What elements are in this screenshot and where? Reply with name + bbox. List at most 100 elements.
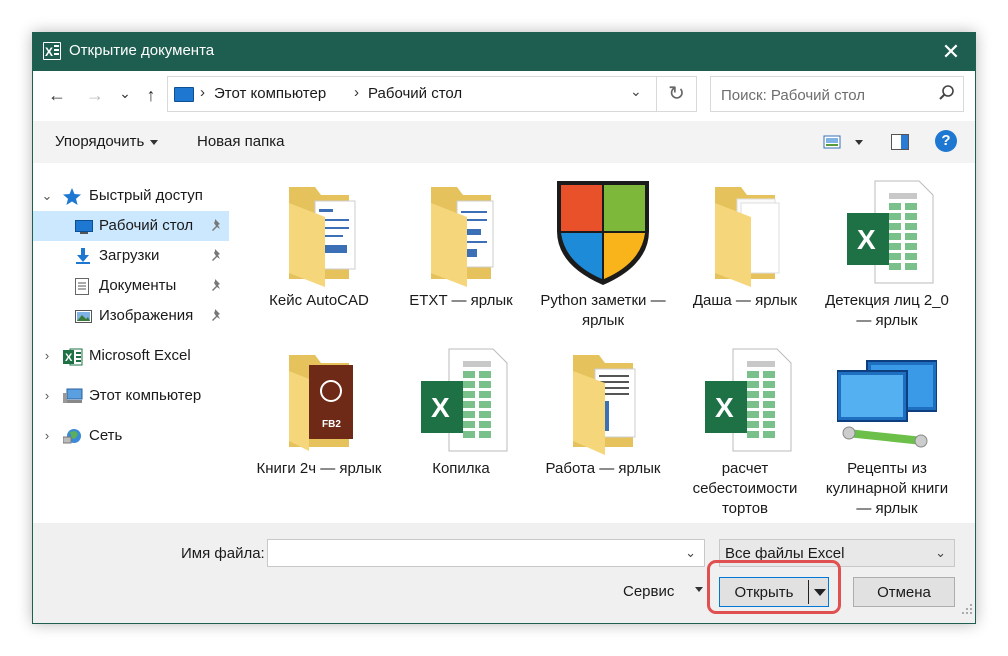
svg-text:X: X xyxy=(715,392,734,423)
file-name: Python заметки — ярлык xyxy=(540,292,666,329)
breadcrumb-this-pc[interactable]: Этот компьютер xyxy=(214,85,326,102)
caret-down-icon xyxy=(150,139,159,145)
open-button-label: Открыть xyxy=(734,584,794,601)
search-icon[interactable] xyxy=(937,83,957,103)
back-button[interactable]: ← xyxy=(43,81,71,109)
svg-text:X: X xyxy=(431,392,450,423)
file-name: Кейс AutoCAD xyxy=(269,292,369,309)
title-bar: X Открытие документа ✕ xyxy=(33,33,975,71)
refresh-icon: ↻ xyxy=(668,83,685,105)
new-folder-button[interactable]: Новая папка xyxy=(197,133,284,150)
open-options-dropdown[interactable] xyxy=(814,589,826,597)
arrow-up-icon: ↑ xyxy=(146,85,156,105)
dialog-footer: Имя файла: ⌄ Все файлы Excel ⌄ Сервис От… xyxy=(33,523,975,623)
file-name: Рецепты из кулинарной книги — ярлык xyxy=(825,460,949,517)
close-button[interactable]: ✕ xyxy=(931,37,971,67)
expand-arrow-icon[interactable]: › xyxy=(41,348,53,363)
address-history-dropdown[interactable]: ⌄ xyxy=(630,83,642,100)
download-icon xyxy=(75,248,91,264)
help-button[interactable]: ? xyxy=(935,130,957,152)
file-name: Даша — ярлык xyxy=(692,292,798,309)
excel-file-icon: X xyxy=(695,347,795,455)
computer-icon xyxy=(63,388,83,404)
pin-icon[interactable] xyxy=(211,278,223,292)
organize-label: Упорядочить xyxy=(55,133,145,150)
file-name: Книги 2ч — ярлык xyxy=(256,460,382,477)
arrow-left-icon: ← xyxy=(48,85,66,105)
sidebar-item-label: Изображения xyxy=(99,307,194,324)
search-box xyxy=(710,76,964,112)
pin-icon[interactable] xyxy=(211,248,223,262)
svg-text:X: X xyxy=(857,224,876,255)
pin-icon[interactable] xyxy=(211,218,223,232)
svg-text:X: X xyxy=(65,352,73,364)
cancel-button[interactable]: Отмена xyxy=(853,577,955,607)
arrow-right-icon: → xyxy=(86,85,104,105)
sidebar-item-this-pc[interactable]: › Этот компьютер xyxy=(33,381,229,411)
file-item[interactable]: Рецепты из кулинарной книги — ярлык xyxy=(819,347,955,517)
excel-file-icon: X xyxy=(837,179,937,287)
sidebar-item-label: Документы xyxy=(99,277,177,294)
preview-pane-icon xyxy=(891,134,909,150)
sidebar-item-label: Загрузки xyxy=(99,247,160,264)
filename-field[interactable]: ⌄ xyxy=(267,539,705,567)
command-toolbar: Упорядочить Новая папка ? xyxy=(33,121,975,163)
breadcrumb-desktop[interactable]: Рабочий стол xyxy=(368,85,462,102)
preview-pane-button[interactable] xyxy=(891,134,909,150)
file-name: Работа — ярлык xyxy=(545,460,661,477)
file-item[interactable]: ETXT — ярлык xyxy=(393,179,529,349)
search-input[interactable] xyxy=(719,84,933,106)
sidebar-item-pictures[interactable]: Изображения xyxy=(33,301,229,331)
file-item[interactable]: X расчет себестоимости тортов xyxy=(677,347,813,517)
open-document-dialog: X Открытие документа ✕ ← → ⌄ ↑ › Этот ко… xyxy=(32,32,976,624)
caret-down-icon xyxy=(814,589,826,596)
organize-button[interactable]: Упорядочить xyxy=(55,133,159,150)
sidebar-item-downloads[interactable]: Загрузки xyxy=(33,241,229,271)
file-item[interactable]: Работа — ярлык xyxy=(535,347,671,517)
help-icon: ? xyxy=(941,132,951,149)
sidebar-item-label: Быстрый доступ xyxy=(89,187,203,204)
chevron-down-icon[interactable]: ⌄ xyxy=(685,545,696,561)
up-button[interactable]: ↑ xyxy=(137,81,165,109)
file-name: ETXT — ярлык xyxy=(409,292,513,309)
file-item[interactable]: FB2 Книги 2ч — ярлык xyxy=(251,347,387,517)
view-icon xyxy=(823,135,863,149)
sidebar-item-quick-access[interactable]: ⌄ Быстрый доступ xyxy=(33,181,229,211)
network-icon xyxy=(63,428,81,444)
excel-icon: X xyxy=(63,348,83,366)
pin-icon[interactable] xyxy=(211,308,223,322)
expand-arrow-icon[interactable]: ⌄ xyxy=(41,188,53,204)
desktop-icon xyxy=(75,220,93,236)
view-options-button[interactable] xyxy=(823,134,867,150)
sidebar-item-documents[interactable]: Документы xyxy=(33,271,229,301)
documents-icon xyxy=(75,278,91,295)
sidebar-item-desktop[interactable]: Рабочий стол xyxy=(33,211,229,241)
pictures-icon xyxy=(75,310,92,326)
file-name: Копилка xyxy=(432,460,490,477)
forward-button[interactable]: → xyxy=(81,81,109,109)
open-button[interactable]: Открыть xyxy=(719,577,829,607)
expand-arrow-icon[interactable]: › xyxy=(41,388,53,403)
file-item[interactable]: Даша — ярлык xyxy=(677,179,813,349)
desktop-icon xyxy=(174,87,194,102)
sidebar-item-microsoft-excel[interactable]: › X Microsoft Excel xyxy=(33,341,229,371)
sidebar-item-network[interactable]: › Сеть xyxy=(33,421,229,451)
breadcrumb-separator: › xyxy=(354,84,359,101)
recent-locations-button[interactable]: ⌄ xyxy=(111,79,139,107)
folder-shortcut-icon xyxy=(553,347,653,455)
file-item[interactable]: Python заметки — ярлык xyxy=(535,179,671,349)
refresh-button[interactable]: ↻ xyxy=(657,76,697,112)
caret-down-icon[interactable] xyxy=(695,587,703,592)
expand-arrow-icon[interactable]: › xyxy=(41,428,53,443)
resize-grip-icon[interactable] xyxy=(961,603,973,615)
file-item[interactable]: Кейс AutoCAD xyxy=(251,179,387,349)
excel-file-icon: X xyxy=(411,347,511,455)
excel-app-icon: X xyxy=(43,42,61,60)
tools-button[interactable]: Сервис xyxy=(623,583,674,600)
file-item[interactable]: X Копилка xyxy=(393,347,529,517)
filename-label: Имя файла: xyxy=(181,545,265,562)
file-item[interactable]: X Детекция лиц 2_0 — ярлык xyxy=(819,179,955,349)
address-bar[interactable]: › Этот компьютер › Рабочий стол ⌄ xyxy=(167,76,657,112)
sidebar-item-label: Рабочий стол xyxy=(99,217,194,234)
svg-text:X: X xyxy=(45,45,53,59)
